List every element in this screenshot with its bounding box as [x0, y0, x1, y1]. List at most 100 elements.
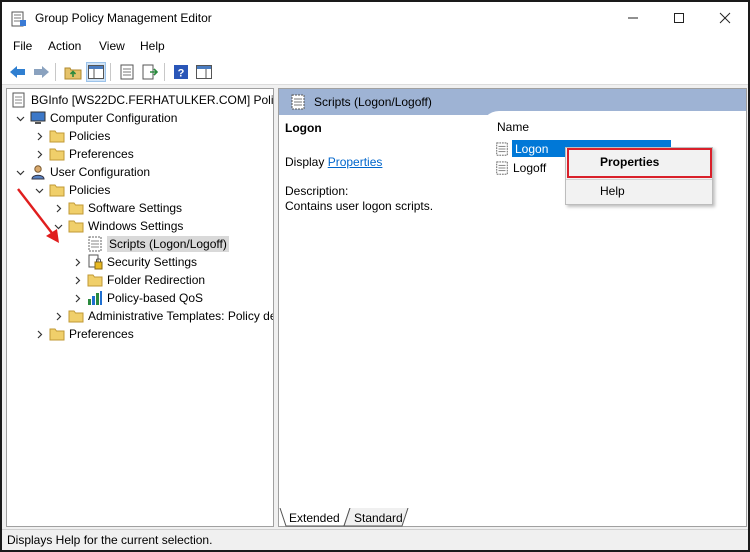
tree-label-selected: Scripts (Logon/Logoff): [107, 236, 229, 252]
expand-chevron-icon[interactable]: [53, 311, 63, 321]
tree-label: Policies: [69, 183, 111, 197]
properties-button[interactable]: [117, 62, 137, 82]
collapse-chevron-icon[interactable]: [15, 167, 25, 177]
minimize-button[interactable]: [610, 2, 656, 34]
toolbar: ?: [2, 58, 748, 85]
item-title: Logon: [285, 121, 322, 135]
gpo-app-icon: [11, 11, 26, 27]
tab-extended[interactable]: Extended: [289, 511, 344, 525]
tree-label: Security Settings: [107, 255, 198, 269]
tree-node-scripts[interactable]: Scripts (Logon/Logoff): [87, 235, 229, 253]
expand-chevron-icon[interactable]: [34, 329, 44, 339]
export-list-button[interactable]: [140, 62, 160, 82]
collapse-chevron-icon[interactable]: [15, 113, 25, 123]
tree-node-folder-redirection[interactable]: Folder Redirection: [72, 271, 205, 289]
tree-node-computer-configuration[interactable]: Computer Configuration: [15, 109, 177, 127]
up-folder-button[interactable]: [63, 62, 83, 82]
tab-standard[interactable]: Standard: [354, 511, 404, 525]
tree-root[interactable]: BGInfo [WS22DC.FERHATULKER.COM] Policy: [11, 91, 274, 109]
list-item-logoff[interactable]: Logoff: [495, 159, 546, 176]
tree-label: User Configuration: [50, 165, 151, 179]
tree-root-label: BGInfo [WS22DC.FERHATULKER.COM] Policy: [31, 93, 274, 107]
console-tree[interactable]: BGInfo [WS22DC.FERHATULKER.COM] Policy C…: [6, 88, 274, 527]
description-label: Description:: [285, 184, 349, 198]
expand-chevron-icon[interactable]: [34, 131, 44, 141]
computer-icon: [30, 111, 46, 124]
tree-node-administrative-templates[interactable]: Administrative Templates: Policy de: [53, 307, 274, 325]
user-icon: [31, 165, 45, 180]
folder-icon: [49, 130, 65, 143]
script-icon: [496, 160, 508, 175]
folder-icon: [49, 328, 65, 341]
back-icon: [10, 66, 25, 78]
show-hide-tree-icon: [88, 65, 104, 79]
svg-text:?: ?: [178, 68, 185, 80]
show-action-pane-button[interactable]: [194, 62, 214, 82]
tree-node-policy-qos[interactable]: Policy-based QoS: [72, 289, 203, 307]
description-text: Contains user logon scripts.: [285, 199, 434, 213]
show-hide-tree-button[interactable]: [86, 62, 106, 82]
properties-icon: [120, 64, 134, 80]
maximize-button[interactable]: [656, 2, 702, 34]
details-title: Scripts (Logon/Logoff): [314, 95, 432, 109]
security-lock-icon: [88, 254, 103, 270]
menu-view[interactable]: View: [99, 39, 125, 53]
tree-label: Administrative Templates: Policy de: [88, 309, 274, 323]
menu-bar: File Action View Help: [2, 34, 748, 58]
annotation-arrow-icon: [17, 188, 59, 243]
folder-icon: [68, 310, 84, 323]
export-list-icon: [142, 64, 158, 80]
maximize-icon: [674, 13, 684, 23]
script-icon: [291, 94, 305, 110]
expand-chevron-icon[interactable]: [72, 293, 82, 303]
expand-chevron-icon[interactable]: [34, 149, 44, 159]
menu-help[interactable]: Help: [140, 39, 165, 53]
folder-icon: [49, 148, 65, 161]
extended-view: Logon Display Properties Description: Co…: [285, 121, 433, 213]
tree-label: Computer Configuration: [50, 111, 178, 125]
expand-chevron-icon[interactable]: [72, 275, 82, 285]
expand-chevron-icon[interactable]: [72, 257, 82, 267]
menu-file[interactable]: File: [13, 39, 32, 53]
close-icon: [719, 12, 731, 24]
tree-label: Preferences: [69, 327, 134, 341]
help-icon: ?: [174, 65, 188, 80]
tree-label: Policies: [69, 129, 111, 143]
status-bar: Displays Help for the current selection.: [2, 529, 748, 550]
gpo-icon: [12, 92, 25, 108]
tree-label: Windows Settings: [88, 219, 184, 233]
tree-node-cc-policies[interactable]: Policies: [34, 127, 110, 145]
close-button[interactable]: [702, 2, 748, 34]
show-action-pane-icon: [196, 65, 212, 79]
properties-link[interactable]: Properties: [328, 155, 383, 169]
display-label: Display: [285, 155, 325, 169]
title-bar: Group Policy Management Editor: [2, 2, 748, 34]
script-icon: [496, 141, 508, 156]
context-menu-help[interactable]: Help: [600, 184, 625, 198]
tree-node-cc-preferences[interactable]: Preferences: [34, 145, 134, 163]
tree-node-user-configuration[interactable]: User Configuration: [15, 163, 150, 181]
tree-label: Folder Redirection: [107, 273, 206, 287]
help-button[interactable]: ?: [171, 62, 191, 82]
menu-separator: [566, 179, 712, 180]
menu-action[interactable]: Action: [48, 39, 81, 53]
tree-label: Policy-based QoS: [107, 291, 204, 305]
tree-node-uc-preferences[interactable]: Preferences: [34, 325, 134, 343]
minimize-icon: [628, 17, 638, 19]
forward-button[interactable]: [31, 62, 51, 82]
forward-icon: [34, 66, 49, 78]
tree-label: Preferences: [69, 147, 134, 161]
tree-node-software-settings[interactable]: Software Settings: [53, 199, 182, 217]
up-folder-icon: [64, 67, 82, 80]
column-header-name[interactable]: Name: [497, 120, 529, 134]
status-text: Displays Help for the current selection.: [7, 533, 213, 547]
list-item-label: Logoff: [513, 160, 547, 175]
window-title: Group Policy Management Editor: [35, 11, 212, 25]
window-frame: Group Policy Management Editor File Acti…: [0, 0, 750, 552]
script-icon: [88, 236, 102, 252]
tree-node-security-settings[interactable]: Security Settings: [72, 253, 197, 271]
back-button[interactable]: [8, 62, 28, 82]
tree-node-windows-settings[interactable]: Windows Settings: [53, 217, 183, 235]
tree-label: Software Settings: [88, 201, 183, 215]
annotation-highlight-box: [567, 148, 712, 178]
